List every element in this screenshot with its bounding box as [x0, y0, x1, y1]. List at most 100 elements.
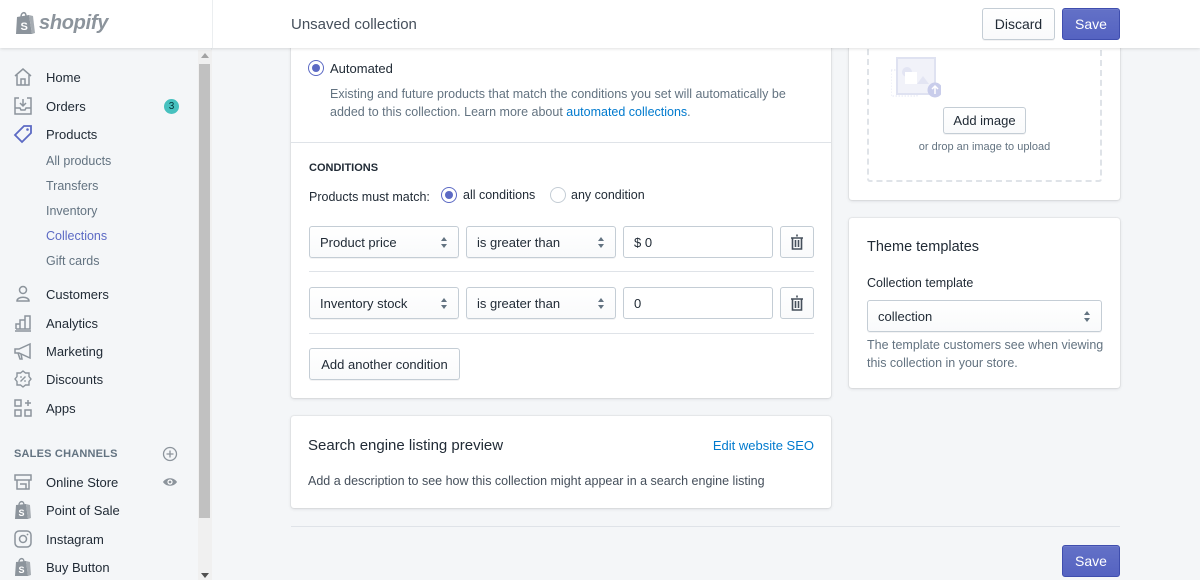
automated-collections-link[interactable]: automated collections — [566, 105, 687, 119]
condition-field-select[interactable]: Product price — [309, 226, 459, 258]
collection-template-value: collection — [878, 308, 933, 324]
sidebar-scrollbar[interactable] — [198, 50, 212, 580]
edit-website-seo-link[interactable]: Edit website SEO — [713, 438, 814, 453]
sidebar-subitem-transfers[interactable]: Transfers — [46, 179, 98, 193]
store-icon — [12, 471, 34, 493]
page-title: Unsaved collection — [291, 16, 417, 33]
seo-title: Search engine listing preview — [308, 437, 504, 454]
any-condition-label: any condition — [571, 188, 645, 202]
sidebar-item-label: Customers — [46, 286, 109, 302]
shopify-logo[interactable]: S shopify — [14, 10, 108, 36]
sidebar-subitem-gift-cards[interactable]: Gift cards — [46, 254, 100, 268]
sidebar-item-marketing[interactable]: Marketing — [12, 338, 192, 364]
top-bar: S shopify Unsaved collection Discard Sav… — [0, 0, 1200, 48]
eye-icon — [163, 478, 177, 486]
sidebar-item-home[interactable]: Home — [12, 64, 192, 90]
sidebar-item-customers[interactable]: Customers — [12, 281, 192, 307]
tag-icon — [12, 123, 34, 145]
shopify-bag-icon: S — [12, 499, 34, 521]
condition-operator-value: is greater than — [477, 234, 561, 250]
sidebar-item-instagram[interactable]: Instagram — [12, 526, 192, 552]
sidebar-subitem-collections[interactable]: Collections — [46, 229, 107, 243]
orders-icon — [12, 95, 34, 117]
theme-templates-title: Theme templates — [867, 239, 980, 255]
shopify-bag-icon: S — [12, 556, 34, 578]
automated-description: Existing and future products that match … — [330, 87, 786, 101]
section-divider — [291, 142, 831, 143]
apps-icon — [12, 397, 34, 419]
row-divider — [309, 333, 814, 334]
sidebar-item-point-of-sale[interactable]: S Point of Sale — [12, 497, 192, 523]
delete-condition-button[interactable] — [780, 226, 814, 258]
automated-radio[interactable] — [308, 60, 324, 76]
condition-field-select[interactable]: Inventory stock — [309, 287, 459, 319]
match-label: Products must match: — [309, 190, 430, 204]
any-condition-radio[interactable] — [550, 187, 566, 203]
automated-label: Automated — [330, 61, 393, 76]
condition-operator-select[interactable]: is greater than — [466, 226, 616, 258]
add-image-button[interactable]: Add image — [943, 107, 1026, 134]
trash-icon — [791, 295, 803, 311]
orders-count-badge: 3 — [164, 98, 179, 114]
customer-icon — [12, 283, 34, 305]
trash-icon — [791, 234, 803, 250]
row-divider — [309, 271, 814, 272]
automated-description-line2: added to this collection. Learn more abo… — [330, 105, 691, 119]
delete-condition-button[interactable] — [780, 287, 814, 319]
sidebar-item-apps[interactable]: Apps — [12, 395, 192, 421]
sidebar-item-discounts[interactable]: Discounts — [12, 366, 192, 392]
sidebar-item-label: Analytics — [46, 315, 99, 331]
scroll-down-arrow[interactable] — [201, 573, 209, 578]
add-another-condition-button[interactable]: Add another condition — [309, 348, 460, 380]
condition-operator-value: is greater than — [477, 295, 561, 311]
sidebar-item-buy-button[interactable]: S Buy Button — [12, 554, 192, 580]
seo-description: Add a description to see how this collec… — [308, 474, 765, 488]
condition-field-value: Product price — [320, 234, 397, 250]
sidebar-item-label: Buy Button — [46, 559, 110, 575]
sidebar-item-products[interactable]: Products — [12, 121, 192, 147]
svg-text:S: S — [19, 565, 25, 575]
collection-template-label: Collection template — [867, 276, 974, 290]
sidebar-item-analytics[interactable]: Analytics — [12, 310, 192, 336]
svg-text:S: S — [21, 21, 28, 33]
image-dropzone[interactable]: Add image or drop an image to upload — [867, 44, 1102, 182]
sidebar-item-label: Apps — [46, 400, 76, 416]
description-suffix: . — [687, 105, 691, 119]
select-arrows-icon — [441, 237, 447, 249]
save-button-bottom[interactable]: Save — [1062, 545, 1120, 577]
select-arrows-icon — [598, 298, 604, 310]
add-sales-channel-button[interactable] — [162, 446, 178, 462]
all-conditions-radio[interactable] — [441, 187, 457, 203]
conditions-heading: CONDITIONS — [309, 162, 379, 174]
sidebar-item-label: Home — [46, 69, 81, 85]
sidebar-item-label: Orders — [46, 98, 86, 114]
condition-operator-select[interactable]: is greater than — [466, 287, 616, 319]
save-button[interactable]: Save — [1062, 8, 1120, 40]
view-online-store-button[interactable] — [162, 474, 178, 490]
condition-field-value: Inventory stock — [320, 295, 408, 311]
scroll-up-arrow[interactable] — [201, 53, 209, 58]
template-help-text-line2: this collection in your store. — [867, 356, 1018, 370]
condition-value-input[interactable]: 0 — [623, 287, 773, 319]
svg-text:S: S — [19, 508, 25, 518]
condition-value-input[interactable]: $ 0 — [623, 226, 773, 258]
sidebar-item-label: Marketing — [46, 343, 104, 359]
sidebar-item-orders[interactable]: Orders 3 — [12, 93, 192, 119]
shopify-bag-icon: S — [16, 11, 35, 34]
discard-button[interactable]: Discard — [982, 8, 1055, 40]
select-arrows-icon — [441, 298, 447, 310]
sidebar-subitem-inventory[interactable]: Inventory — [46, 204, 97, 218]
select-arrows-icon — [1084, 311, 1090, 323]
sidebar-subitem-all-products[interactable]: All products — [46, 154, 111, 168]
plus-circle-icon — [162, 446, 178, 462]
collection-template-select[interactable]: collection — [867, 300, 1102, 332]
sidebar-item-label: Online Store — [46, 474, 119, 490]
drop-image-hint: or drop an image to upload — [918, 141, 1051, 153]
scroll-thumb[interactable] — [199, 64, 210, 518]
description-text: added to this collection. Learn more abo… — [330, 105, 567, 119]
instagram-icon — [12, 528, 34, 550]
collection-type-card: Automated Existing and future products t… — [291, 40, 831, 398]
sidebar-item-label: Instagram — [46, 531, 104, 547]
image-placeholder-icon — [891, 57, 941, 98]
seo-preview-card: Search engine listing preview Edit websi… — [291, 416, 831, 508]
